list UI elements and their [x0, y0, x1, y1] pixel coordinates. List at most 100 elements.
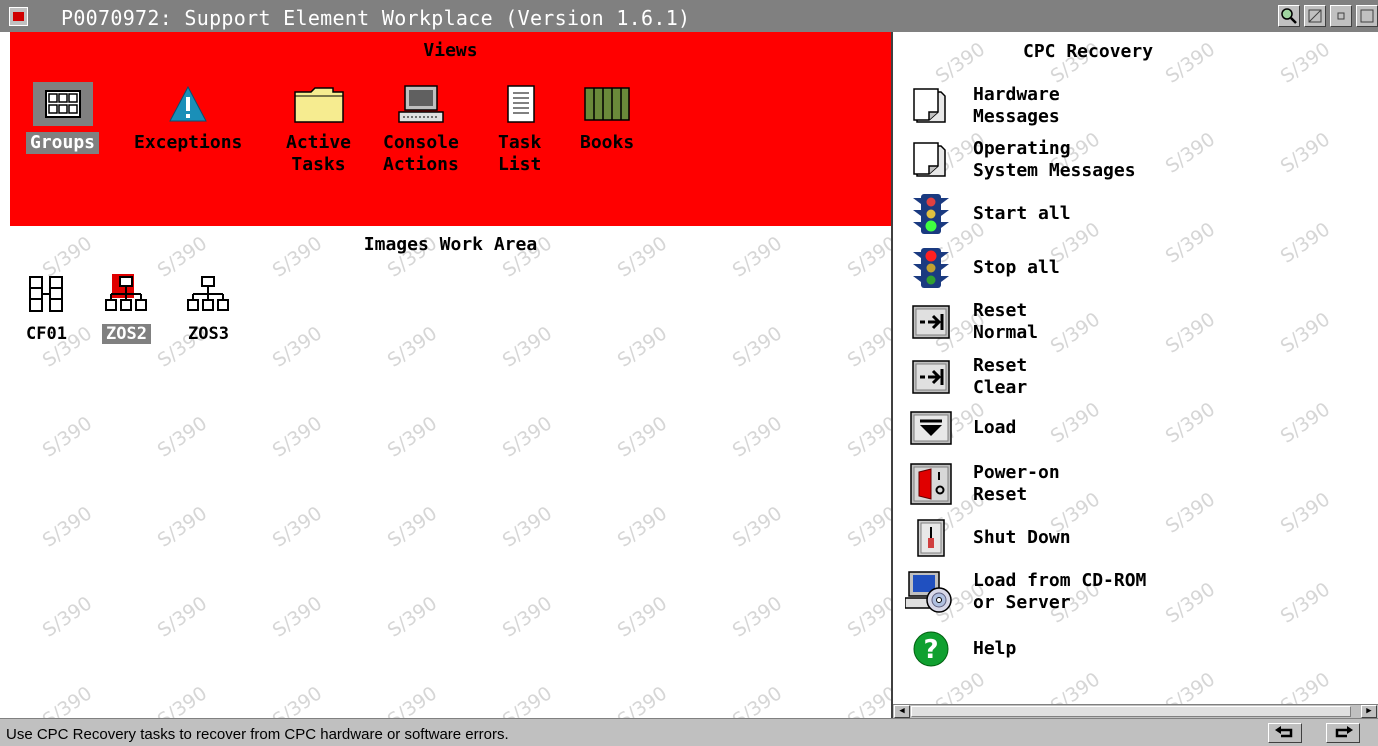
view-console-actions[interactable]: Console Actions: [383, 84, 459, 176]
rotate-left-icon[interactable]: [1268, 723, 1302, 743]
horizontal-scrollbar[interactable]: ◀ ▶: [893, 704, 1378, 718]
view-exceptions-label: Exceptions: [134, 132, 243, 153]
watermark-text: S/390: [38, 592, 97, 642]
cpc-recovery-title: CPC Recovery: [1023, 41, 1154, 62]
load-icon: [905, 410, 957, 446]
power-switch-icon: [905, 462, 957, 506]
task-label: Load from CD-ROM or Server: [973, 570, 1147, 613]
watermark-text: S/390: [38, 502, 97, 552]
image-tree-icon: [104, 274, 148, 318]
watermark-text: S/390: [153, 502, 212, 552]
reset-clear-icon: [905, 359, 957, 395]
image-label: ZOS2: [102, 324, 151, 344]
task-label: Help: [973, 638, 1017, 659]
task-list-icon: [500, 84, 540, 124]
view-active-tasks[interactable]: Active Tasks: [286, 84, 351, 176]
watermark-text: S/390: [268, 412, 327, 462]
status-message: Use CPC Recovery tasks to recover from C…: [6, 726, 509, 743]
task-label: Load: [973, 417, 1017, 438]
watermark-text: S/390: [38, 682, 97, 718]
image-label: CF01: [26, 324, 67, 344]
watermark-text: S/390: [728, 502, 787, 552]
scroll-left-icon[interactable]: ◀: [894, 705, 910, 718]
task-power-on-reset[interactable]: Power-on Reset: [905, 462, 1060, 506]
task-stop-all[interactable]: Stop all: [905, 246, 1060, 290]
watermark-text: S/390: [1161, 308, 1220, 358]
watermark-text: S/390: [383, 682, 442, 718]
minimize-icon[interactable]: [1304, 5, 1326, 27]
reset-normal-icon: [905, 304, 957, 340]
watermark-text: S/390: [728, 322, 787, 372]
watermark-text: S/390: [613, 682, 672, 718]
watermark-text: S/390: [613, 412, 672, 462]
task-load[interactable]: Load: [905, 410, 1016, 446]
task-hardware-messages[interactable]: Hardware Messages: [905, 84, 1060, 128]
task-label: Reset Clear: [973, 355, 1028, 398]
watermark-text: S/390: [1161, 398, 1220, 448]
traffic-light-green-icon: [905, 192, 957, 236]
scroll-right-icon[interactable]: ▶: [1361, 705, 1377, 718]
watermark-text: S/390: [268, 592, 327, 642]
task-label: Reset Normal: [973, 300, 1039, 343]
watermark-text: S/390: [498, 592, 557, 642]
status-bar: Use CPC Recovery tasks to recover from C…: [0, 718, 1378, 746]
search-icon[interactable]: [1278, 5, 1300, 27]
cd-rom-computer-icon: [905, 570, 957, 614]
task-label: Hardware Messages: [973, 84, 1060, 127]
cpc-recovery-panel: S/390 S/390 S/390 S/390 S/390 S/390 S/390 S/390…: [893, 32, 1378, 718]
task-load-from-cd-rom[interactable]: Load from CD-ROM or Server: [905, 570, 1146, 614]
view-exceptions[interactable]: Exceptions: [134, 84, 242, 154]
task-help[interactable]: ? Help: [905, 630, 1016, 668]
view-console-actions-label: Console Actions: [383, 132, 459, 175]
task-operating-system-messages[interactable]: Operating System Messages: [905, 138, 1136, 182]
window-controls: [1278, 4, 1378, 28]
traffic-light-red-icon: [905, 246, 957, 290]
views-panel: Views Groups Exceptions Active Tasks Con…: [10, 32, 891, 226]
image-label: ZOS3: [188, 324, 229, 344]
watermark-text: S/390: [1161, 488, 1220, 538]
image-zos2[interactable]: ZOS2: [102, 274, 151, 344]
view-groups-label: Groups: [26, 132, 100, 154]
maximize-icon[interactable]: [1356, 5, 1378, 27]
watermark-text: S/390: [613, 502, 672, 552]
watermark-text: S/390: [268, 502, 327, 552]
watermark-text: S/390: [1161, 128, 1220, 178]
watermark-text: S/390: [153, 412, 212, 462]
task-shut-down[interactable]: Shut Down: [905, 518, 1071, 558]
watermark-text: S/390: [383, 592, 442, 642]
watermark-text: S/390: [268, 682, 327, 718]
task-start-all[interactable]: Start all: [905, 192, 1071, 236]
os-messages-icon: [905, 140, 957, 180]
watermark-text: S/390: [498, 412, 557, 462]
watermark-text: S/390: [1046, 308, 1105, 358]
image-cf01[interactable]: CF01: [22, 274, 71, 344]
watermark-text: S/390: [1161, 218, 1220, 268]
watermark-text: S/390: [268, 322, 327, 372]
rotate-right-icon[interactable]: [1326, 723, 1360, 743]
view-task-list-label: Task List: [498, 132, 542, 175]
view-books-label: Books: [580, 132, 635, 153]
watermark-text: S/390: [498, 682, 557, 718]
watermark-text: S/390: [1276, 578, 1335, 628]
exceptions-icon: [168, 84, 208, 124]
image-zos3[interactable]: ZOS3: [184, 274, 233, 344]
scrollbar-thumb[interactable]: [911, 706, 1351, 717]
view-books[interactable]: Books: [580, 84, 634, 154]
work-area-title: Images Work Area: [363, 234, 538, 255]
watermark-text: S/390: [1276, 38, 1335, 88]
task-reset-clear[interactable]: Reset Clear: [905, 355, 1027, 399]
watermark-text: S/390: [498, 322, 557, 372]
books-icon: [581, 84, 633, 124]
title-bar: P0070972: Support Element Workplace (Ver…: [0, 0, 1378, 32]
view-groups[interactable]: Groups: [26, 82, 100, 154]
restore-icon[interactable]: [1330, 5, 1352, 27]
view-task-list[interactable]: Task List: [498, 84, 541, 176]
task-reset-normal[interactable]: Reset Normal: [905, 300, 1038, 344]
watermark-text: S/390: [728, 682, 787, 718]
watermark-text: S/390: [1276, 218, 1335, 268]
hardware-messages-icon: [905, 86, 957, 126]
watermark-text: S/390: [1276, 398, 1335, 448]
console-actions-icon: [395, 84, 447, 124]
watermark-text: S/390: [38, 412, 97, 462]
app-icon[interactable]: [9, 7, 28, 26]
